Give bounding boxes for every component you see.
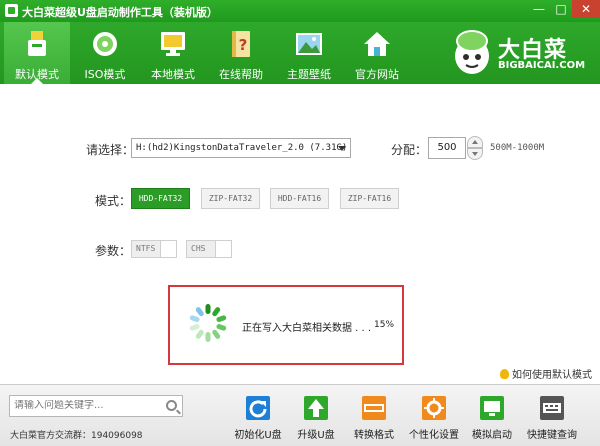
tab-label: 本地模式: [151, 68, 195, 81]
close-button[interactable]: ✕: [572, 0, 600, 18]
brand-url: BIGBAICAI.COM: [498, 60, 586, 71]
chevron-down-icon: [338, 146, 346, 151]
toggle-knob: [160, 241, 176, 257]
question-search-box: [9, 395, 183, 417]
simulate-icon: [480, 396, 504, 420]
tab-online-help[interactable]: ? 在线帮助: [208, 22, 274, 84]
usb-drive-icon: [28, 31, 46, 56]
qq-group-info: 大白菜官方交流群：194096098: [10, 431, 143, 441]
mode-hdd-fat16-button[interactable]: HDD-FAT16: [270, 188, 329, 209]
cabbage-mascot-icon: [455, 30, 489, 74]
hotkey-lookup-button[interactable]: 快捷键查询: [522, 392, 582, 442]
mode-hdd-fat32-button[interactable]: HDD-FAT32: [131, 188, 190, 209]
app-icon: [5, 4, 18, 17]
wallpaper-icon: [296, 33, 322, 55]
gear-icon: [422, 396, 446, 420]
stepper-up-button[interactable]: [467, 136, 483, 148]
ntfs-toggle-label: NTFS: [136, 244, 156, 253]
button-label: 初始化U盘: [234, 430, 282, 441]
params-label: 参数：: [95, 244, 132, 258]
disc-icon: [93, 32, 117, 56]
tab-label: 官方网站: [355, 68, 399, 81]
minimize-button[interactable]: —: [528, 0, 550, 18]
tab-iso-mode[interactable]: ISO模式: [72, 22, 138, 84]
search-icon[interactable]: [166, 400, 177, 411]
button-label: 模拟启动: [472, 430, 512, 441]
button-label: 个性化设置: [409, 430, 459, 441]
device-select[interactable]: H:(hd2)KingstonDataTraveler_2.0 (7.31G): [131, 138, 351, 158]
lightbulb-icon: [500, 369, 509, 379]
device-select-label: 请选择：: [86, 143, 135, 157]
chs-toggle-label: CHS: [191, 244, 206, 253]
search-input[interactable]: [14, 400, 162, 411]
button-label: 快捷键查询: [527, 430, 577, 441]
tab-official-site[interactable]: 官方网站: [344, 22, 410, 84]
refresh-icon: [246, 396, 270, 420]
monitor-icon: [161, 32, 185, 56]
upgrade-arrow-icon: [304, 396, 328, 420]
init-usb-button[interactable]: 初始化U盘: [228, 392, 288, 442]
tab-label: 在线帮助: [219, 68, 263, 81]
partition-size-input[interactable]: 500: [428, 137, 466, 159]
progress-percent: 15%: [374, 320, 395, 330]
stepper-down-button[interactable]: [467, 148, 483, 160]
partition-label: 分配：: [391, 143, 428, 157]
tab-theme-wallpaper[interactable]: 主题壁纸: [276, 22, 342, 84]
partition-stepper: [467, 136, 483, 160]
button-label: 转换格式: [354, 430, 394, 441]
tab-label: ISO模式: [84, 68, 126, 81]
device-select-value: H:(hd2)KingstonDataTraveler_2.0 (7.31G): [136, 143, 348, 153]
help-link-text: 如何使用默认模式: [512, 370, 592, 381]
simulate-boot-button[interactable]: 模拟启动: [462, 392, 522, 442]
progress-panel: 正在写入大白菜相关数据 . . . 15%: [168, 285, 404, 365]
button-label: 升级U盘: [297, 430, 335, 441]
mode-zip-fat16-button[interactable]: ZIP-FAT16: [340, 188, 399, 209]
loading-spinner-icon: [189, 304, 227, 342]
home-icon: [364, 32, 390, 56]
upgrade-usb-button[interactable]: 升级U盘: [286, 392, 346, 442]
keyboard-icon: [540, 396, 564, 420]
mode-label: 模式：: [95, 194, 132, 208]
svg-text:?: ?: [239, 36, 248, 54]
brand-logo: 大白菜 BIGBAICAI.COM: [452, 26, 592, 80]
ntfs-icon: [362, 396, 386, 420]
mode-zip-fat32-button[interactable]: ZIP-FAT32: [201, 188, 260, 209]
toggle-knob: [215, 241, 231, 257]
partition-range-hint: 500M-1000M: [490, 143, 545, 153]
tab-local-mode[interactable]: 本地模式: [140, 22, 206, 84]
progress-status-text: 正在写入大白菜相关数据 . . .: [242, 323, 372, 334]
maximize-button[interactable]: □: [550, 0, 572, 18]
ntfs-toggle[interactable]: NTFS: [131, 240, 177, 258]
help-book-icon: ?: [232, 31, 250, 57]
chs-toggle[interactable]: CHS: [186, 240, 232, 258]
help-default-mode-link[interactable]: 如何使用默认模式: [500, 366, 592, 381]
active-tab-indicator: [31, 78, 43, 84]
convert-format-button[interactable]: 转换格式: [344, 392, 404, 442]
tab-label: 主题壁纸: [287, 68, 331, 81]
title-bar: 大白菜超级U盘启动制作工具（装机版） — □ ✕: [0, 0, 600, 22]
tab-default-mode[interactable]: 默认模式: [4, 22, 70, 84]
window-title: 大白菜超级U盘启动制作工具（装机版）: [22, 6, 218, 19]
personalize-settings-button[interactable]: 个性化设置: [404, 392, 464, 442]
